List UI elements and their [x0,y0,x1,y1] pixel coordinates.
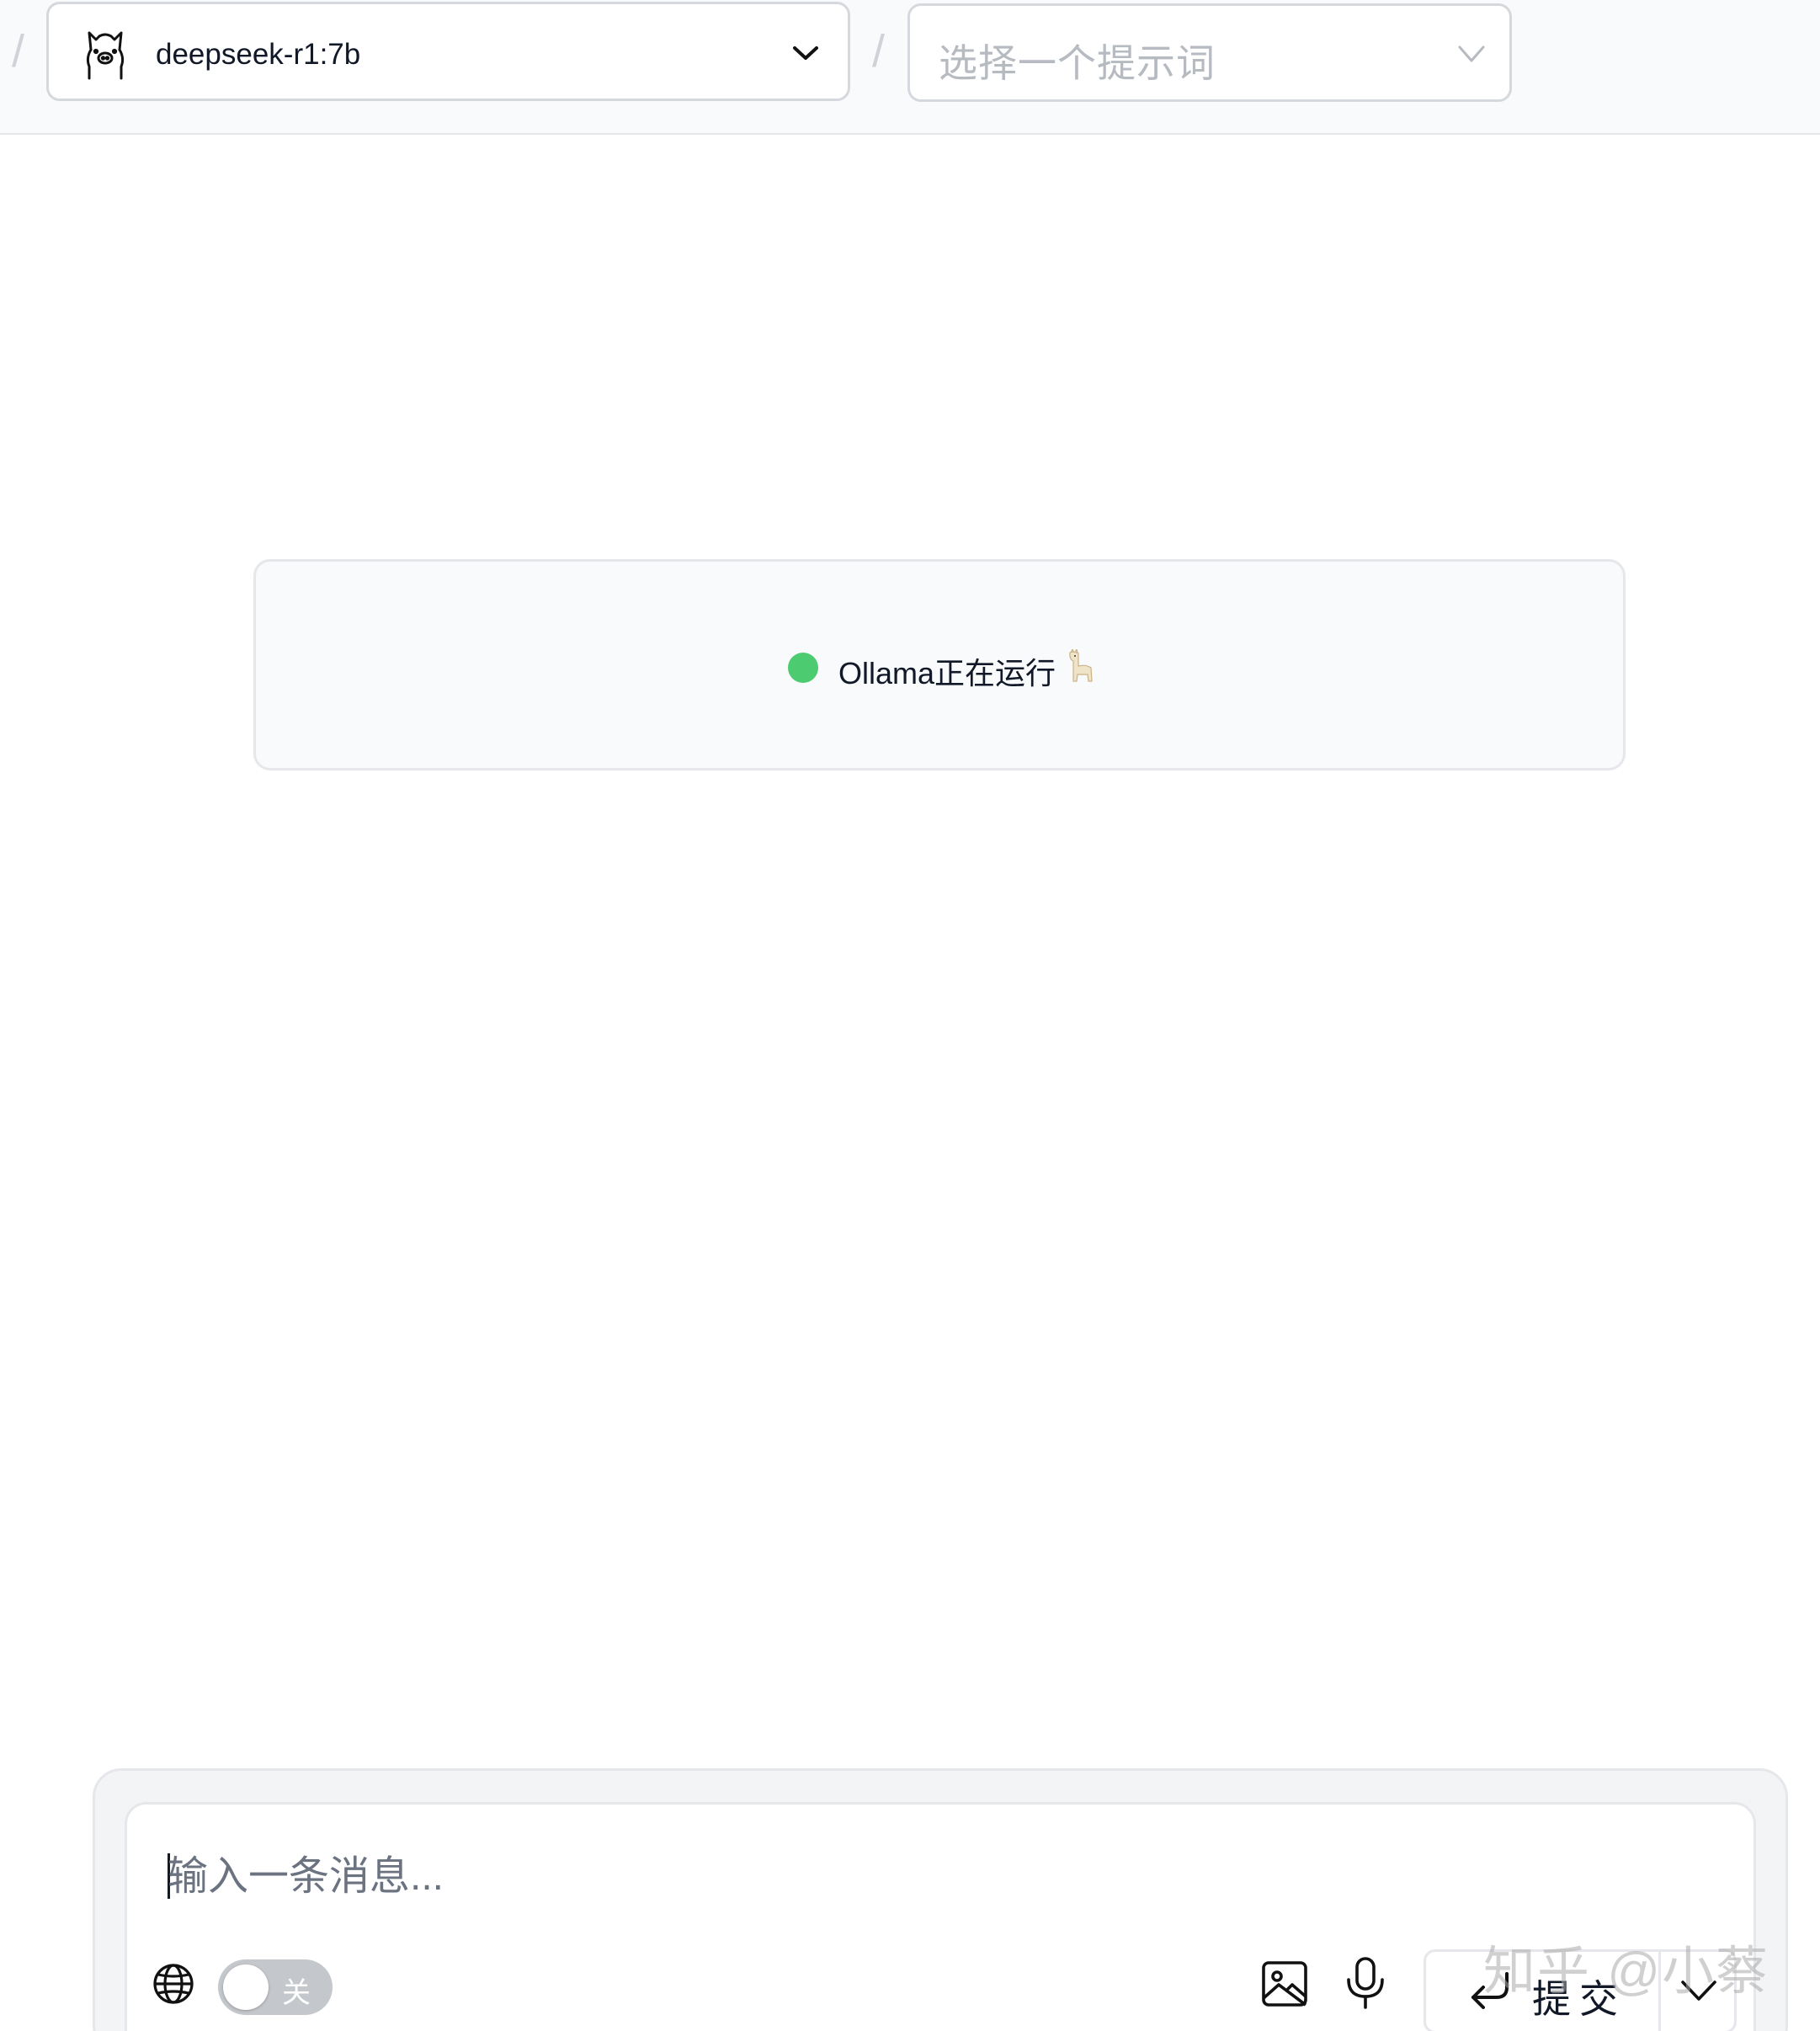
breadcrumb-separator: / [12,26,25,77]
toggle-label: 关 [282,1977,311,2009]
status-indicator-dot [788,653,818,683]
llama-icon [86,31,125,80]
llama-emoji-icon [1069,649,1093,682]
breadcrumb-separator: / [872,26,886,77]
globe-icon[interactable] [151,1961,196,2007]
prompt-select[interactable]: 选择一个提示词 [907,3,1512,102]
status-text: Ollama正在运行 [838,656,1056,690]
page: / deepseek-r1:7b / 选择一个提示词 Ollama正在运行 输入… [0,0,1820,2031]
model-select[interactable]: deepseek-r1:7b [46,2,850,101]
image-icon[interactable] [1260,1959,1309,2008]
watermark: 知乎 @小蔡 [1483,1943,1770,2001]
web-search-toggle[interactable]: 关 [218,1959,333,2015]
message-input[interactable] [168,1847,1599,1906]
microphone-icon[interactable] [1344,1956,1386,2010]
chevron-down-icon [793,46,818,60]
ollama-status-card: Ollama正在运行 [253,559,1626,770]
model-select-value: deepseek-r1:7b [156,38,361,71]
top-bar: / deepseek-r1:7b / 选择一个提示词 [0,0,1820,135]
prompt-select-placeholder: 选择一个提示词 [939,41,1216,85]
chevron-down-icon [1458,45,1485,62]
toggle-knob [223,1964,269,2010]
